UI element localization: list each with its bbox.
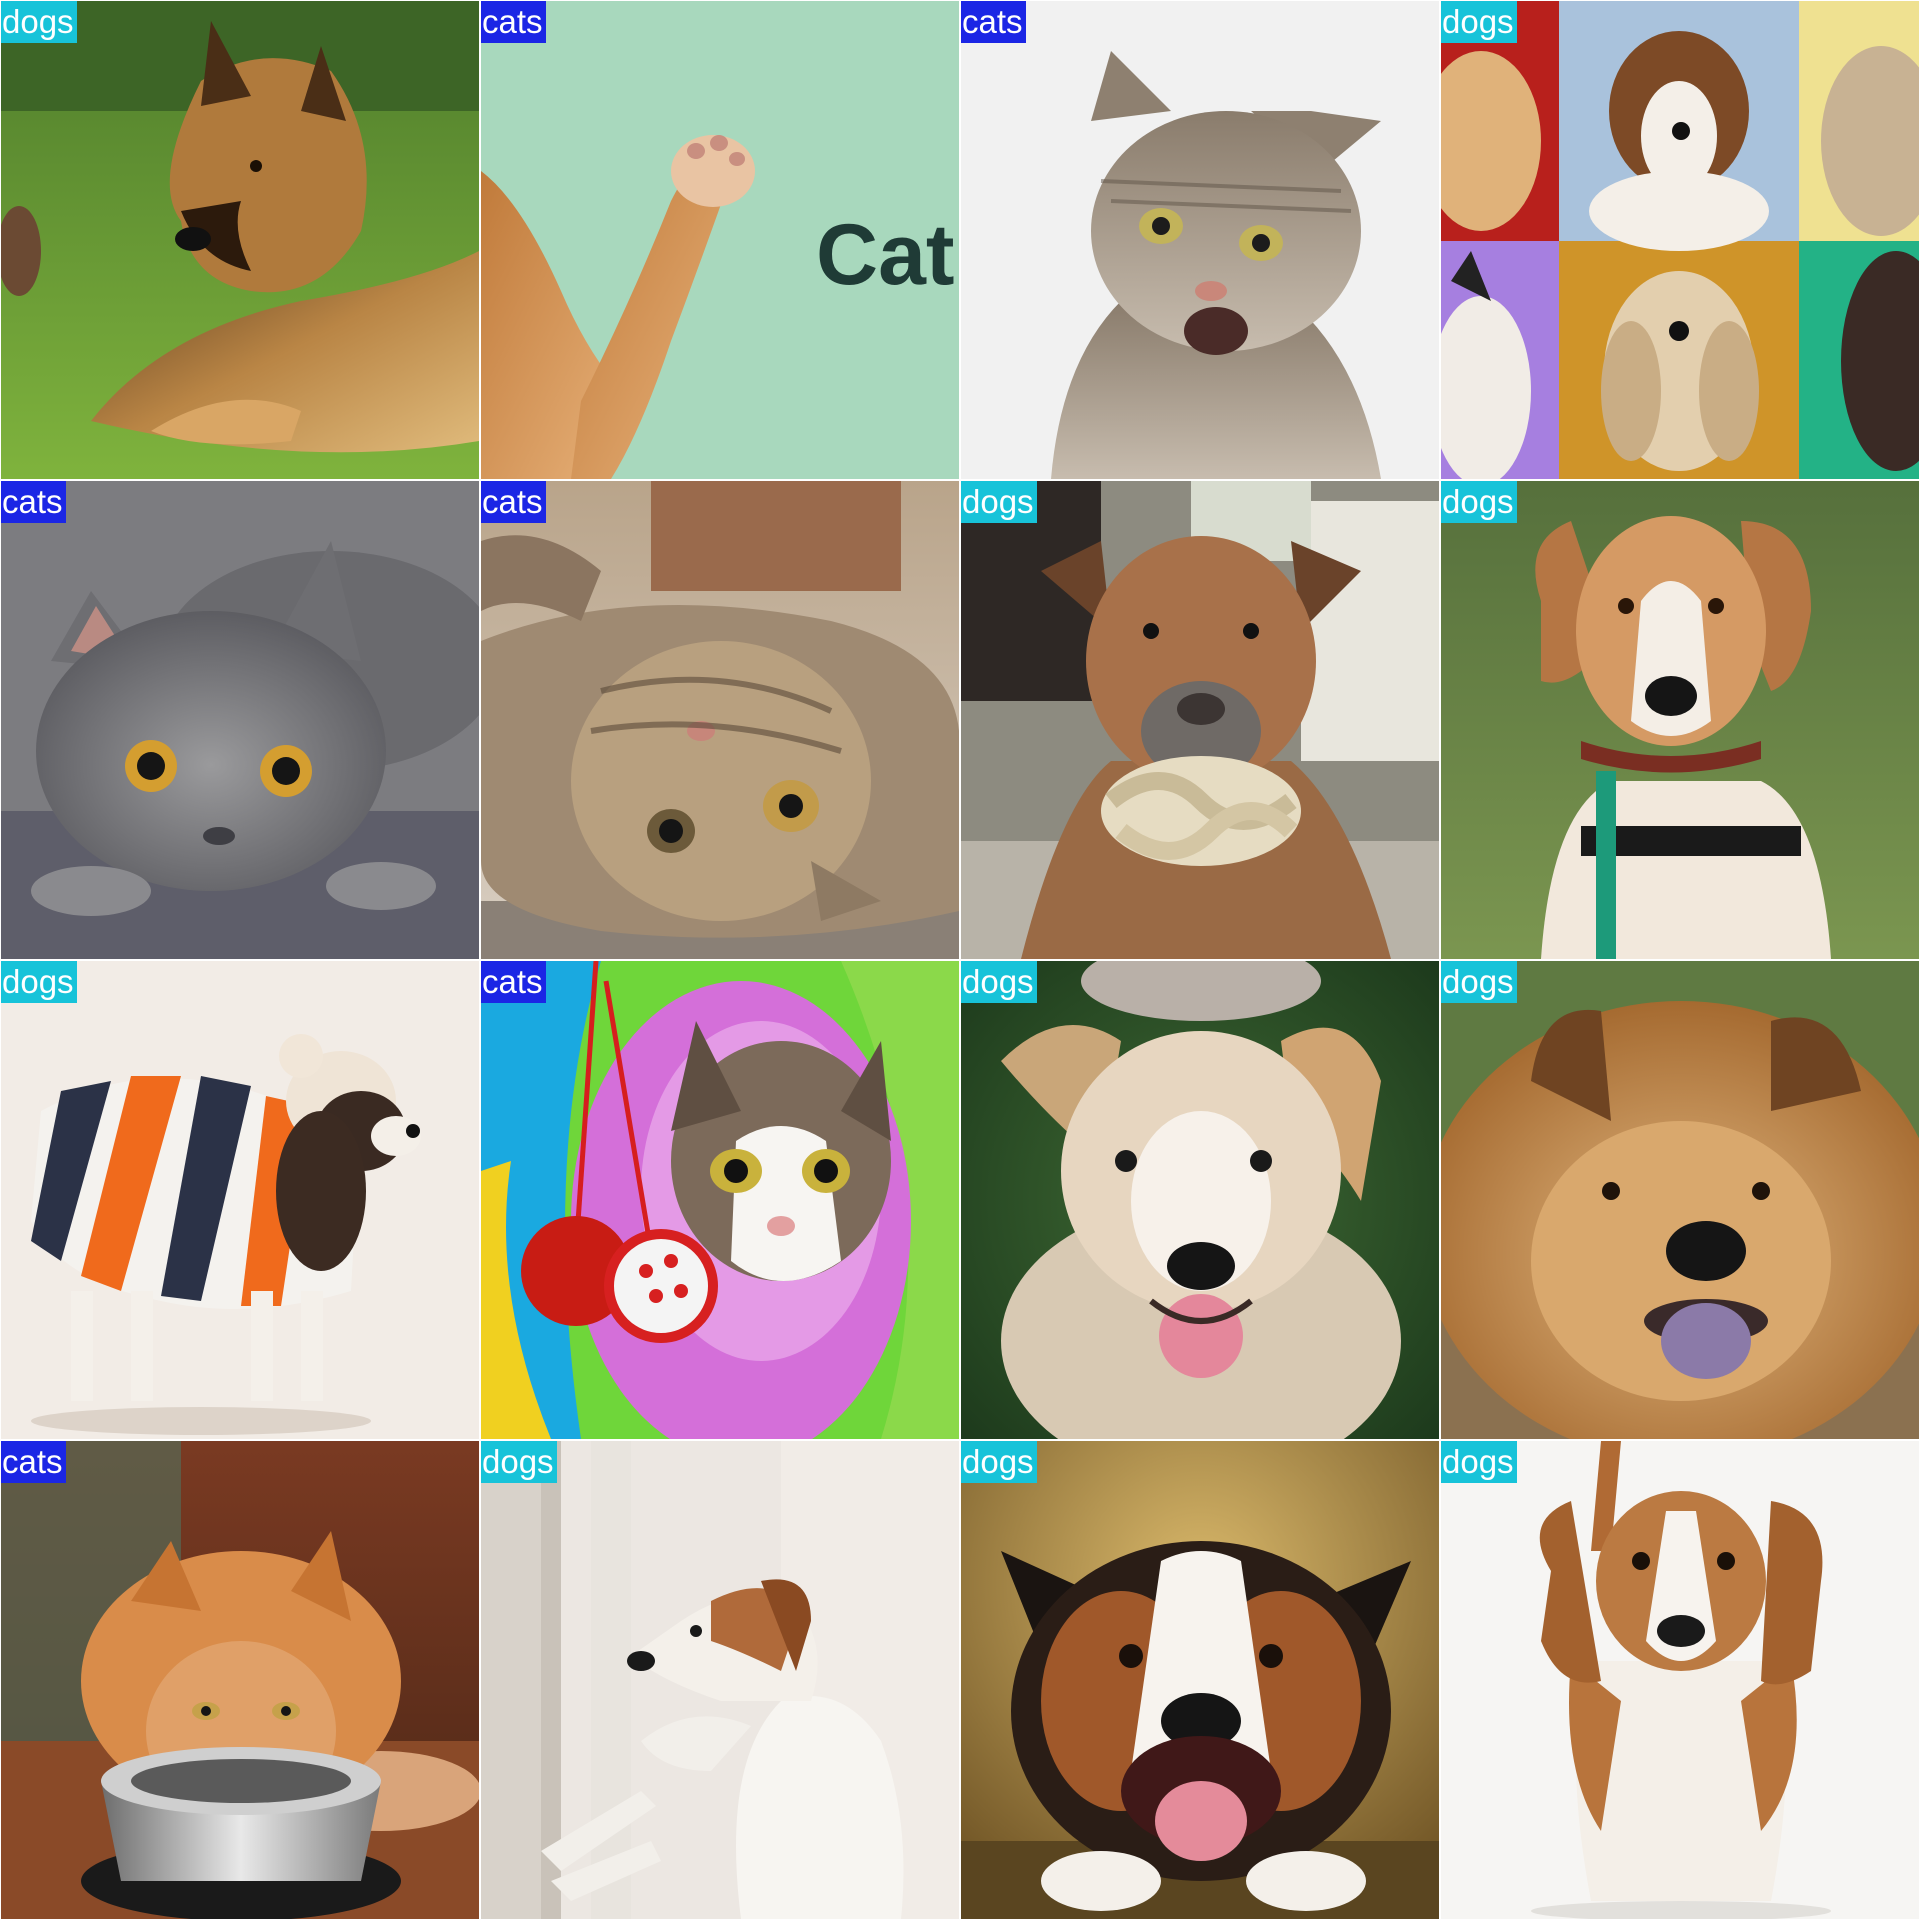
grid-tile-dog: dogs bbox=[1441, 1, 1919, 479]
gray-cat-lying-photo bbox=[1, 481, 479, 959]
class-label: dogs bbox=[961, 1441, 1037, 1483]
class-label: cats bbox=[481, 481, 546, 523]
class-label: cats bbox=[481, 1, 546, 43]
class-label: dogs bbox=[1, 1, 77, 43]
class-label: cats bbox=[961, 1, 1026, 43]
image-grid: dogs Cat cats cats dogs cats cats dogs d… bbox=[0, 0, 1920, 1920]
grid-tile-cat: cats bbox=[961, 1, 1439, 479]
chow-chow-tongue-out-photo bbox=[1441, 961, 1919, 1439]
tabby-cat-on-back-photo bbox=[481, 481, 959, 959]
grid-tile-dog: dogs bbox=[961, 481, 1439, 959]
class-label: dogs bbox=[481, 1441, 557, 1483]
photo-overlay-text: Cat bbox=[816, 207, 955, 303]
class-label: dogs bbox=[1441, 961, 1517, 1003]
grid-tile-dog: dogs bbox=[1, 1, 479, 479]
grid-tile-dog: dogs bbox=[961, 961, 1439, 1439]
class-label: cats bbox=[481, 961, 546, 1003]
puppy-looking-up-photo bbox=[961, 961, 1439, 1439]
grid-tile-dog: dogs bbox=[1441, 961, 1919, 1439]
border-collie-smiling-photo bbox=[961, 1441, 1439, 1919]
class-label: dogs bbox=[1441, 1, 1517, 43]
grid-tile-dog: dogs bbox=[481, 1441, 959, 1919]
grid-tile-cat: cats bbox=[481, 961, 959, 1439]
tabby-cat-mouth-open-photo bbox=[961, 1, 1439, 479]
orange-cat-paw-raised-photo: Cat bbox=[481, 1, 959, 479]
spaniel-in-striped-sweater-photo bbox=[1, 961, 479, 1439]
grid-tile-cat: Cat cats bbox=[481, 1, 959, 479]
class-label: dogs bbox=[961, 961, 1037, 1003]
grid-tile-dog: dogs bbox=[1441, 481, 1919, 959]
hound-with-collar-on-turf-photo bbox=[1441, 481, 1919, 959]
class-label: cats bbox=[1, 481, 66, 523]
grid-tile-dog: dogs bbox=[1, 961, 479, 1439]
grid-tile-dog: dogs bbox=[961, 1441, 1439, 1919]
grid-tile-dog: dogs bbox=[1441, 1441, 1919, 1919]
pitbull-with-rope-toy-photo bbox=[961, 481, 1439, 959]
grid-tile-cat: cats bbox=[1, 1441, 479, 1919]
class-label: cats bbox=[1, 1441, 66, 1483]
ginger-cat-eating-from-bowl-photo bbox=[1, 1441, 479, 1919]
cat-in-play-tunnel-with-balls-photo bbox=[481, 961, 959, 1439]
class-label: dogs bbox=[1, 961, 77, 1003]
class-label: dogs bbox=[1441, 481, 1517, 523]
class-label: dogs bbox=[1441, 1441, 1517, 1483]
dog-portrait-collage-photo bbox=[1441, 1, 1919, 479]
german-shepherd-on-grass-photo bbox=[1, 1, 479, 479]
grid-tile-cat: cats bbox=[481, 481, 959, 959]
class-label: dogs bbox=[961, 481, 1037, 523]
grid-tile-cat: cats bbox=[1, 481, 479, 959]
beagle-standing-photo bbox=[1441, 1441, 1919, 1919]
jack-russell-at-window-photo bbox=[481, 1441, 959, 1919]
